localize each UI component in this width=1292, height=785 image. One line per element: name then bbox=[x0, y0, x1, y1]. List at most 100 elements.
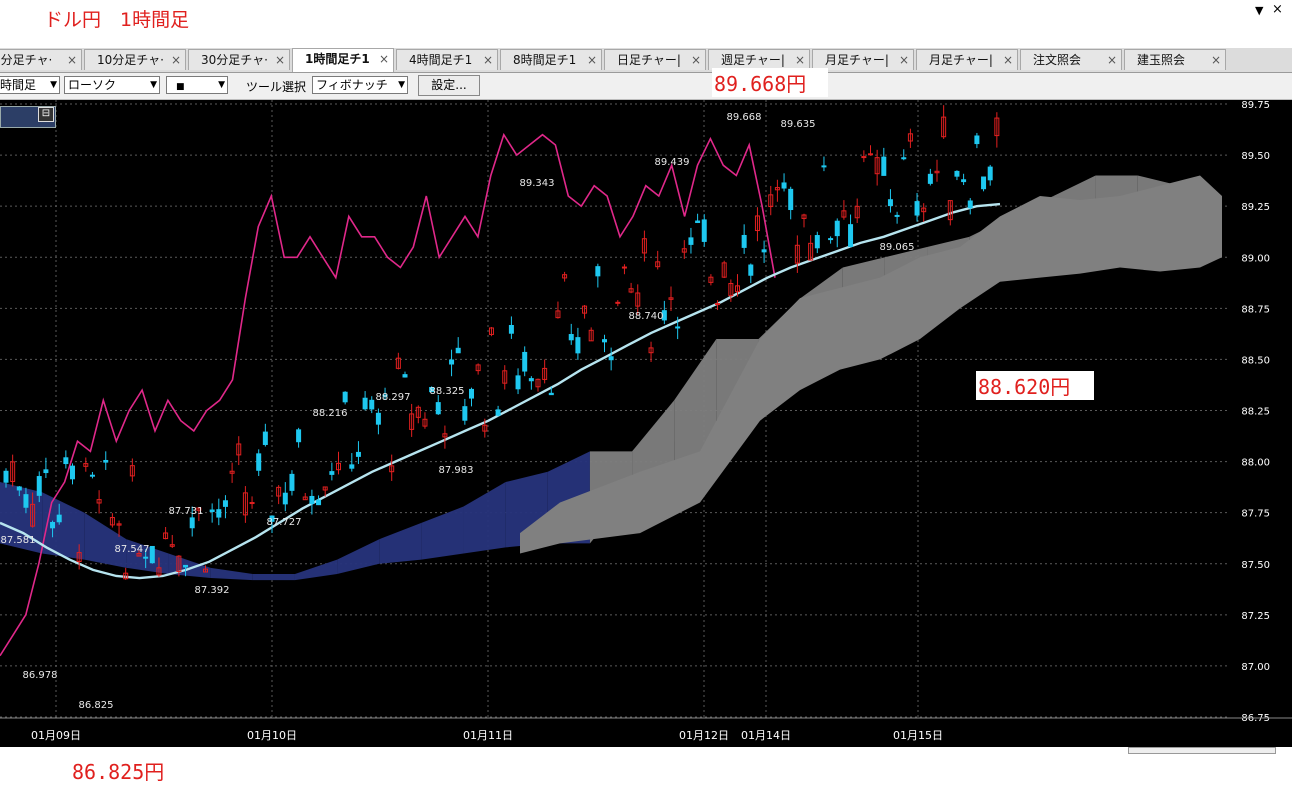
tab-label: 4時間足チ1 bbox=[409, 53, 473, 67]
candle-body bbox=[675, 326, 681, 329]
close-icon[interactable]: × bbox=[587, 50, 597, 70]
y-tick-label: 88.75 bbox=[1241, 304, 1270, 315]
candle-body bbox=[508, 324, 514, 334]
candle-body bbox=[568, 334, 574, 341]
tab-9[interactable]: 月足チャー| × bbox=[812, 49, 914, 70]
close-icon[interactable]: × bbox=[1107, 50, 1117, 70]
tab-label: 注文照会 bbox=[1033, 53, 1082, 67]
candle-body bbox=[522, 351, 528, 372]
close-icon[interactable]: × bbox=[275, 50, 285, 70]
candle-body bbox=[621, 266, 627, 269]
candle-body bbox=[449, 359, 455, 365]
candle-body bbox=[894, 214, 900, 217]
tab-label: 週足チャー| bbox=[721, 53, 785, 67]
y-tick-label: 87.25 bbox=[1241, 611, 1270, 622]
x-tick-label: 01月14日 bbox=[741, 729, 791, 742]
chart-type-select[interactable]: ローソク ▼ bbox=[64, 76, 160, 94]
candle-body bbox=[455, 347, 461, 354]
tab-11[interactable]: 注文照会 × bbox=[1020, 49, 1122, 70]
candle-body bbox=[495, 409, 501, 416]
tab-4[interactable]: 1時間足チ1 × bbox=[292, 48, 394, 72]
tab-label: 月足チャー| bbox=[929, 53, 993, 67]
y-tick-label: 88.50 bbox=[1241, 355, 1270, 366]
candle-body bbox=[289, 473, 295, 491]
price-label: 88.740 bbox=[629, 311, 664, 322]
price-label: 88.216 bbox=[313, 408, 348, 419]
close-icon[interactable]: × bbox=[379, 49, 389, 70]
tab-10[interactable]: 月足チャー| × bbox=[916, 49, 1018, 70]
price-label: 87.731 bbox=[169, 506, 204, 517]
candle-body bbox=[954, 170, 960, 177]
price-label: 89.343 bbox=[520, 178, 555, 189]
y-tick-label: 88.00 bbox=[1241, 458, 1270, 469]
close-icon[interactable]: × bbox=[1211, 50, 1221, 70]
tab-3[interactable]: 30分足チャ· × bbox=[188, 49, 290, 70]
tab-label: 日足チャー| bbox=[617, 53, 681, 67]
close-icon[interactable]: × bbox=[691, 50, 701, 70]
cloud-segment bbox=[252, 573, 295, 581]
x-tick-label: 01月15日 bbox=[893, 729, 943, 742]
price-label: 88.325 bbox=[430, 386, 465, 397]
price-label: 87.392 bbox=[195, 585, 230, 596]
tab-12[interactable]: 建玉照会 × bbox=[1124, 49, 1226, 70]
candle-body bbox=[469, 388, 474, 399]
candle-body bbox=[16, 486, 22, 491]
period-select[interactable]: 時間足 ▼ bbox=[0, 76, 60, 94]
x-tick-label: 01月09日 bbox=[31, 729, 81, 742]
candle-body bbox=[355, 451, 361, 457]
tab-8[interactable]: 週足チャー| × bbox=[708, 49, 810, 70]
tab-7[interactable]: 日足チャー| × bbox=[604, 49, 706, 70]
y-tick-label: 87.50 bbox=[1241, 560, 1270, 571]
tab-1[interactable]: 5分足チャ· × bbox=[0, 49, 82, 70]
tool-select[interactable]: フィボナッチ ▼ bbox=[312, 76, 408, 94]
y-tick-label: 89.00 bbox=[1241, 253, 1270, 264]
x-tick-label: 01月11日 bbox=[463, 729, 513, 742]
y-tick-label: 89.50 bbox=[1241, 151, 1270, 162]
candle-body bbox=[296, 429, 302, 443]
tab-menu-icon[interactable]: ▼ bbox=[1255, 4, 1263, 17]
y-tick-label: 88.25 bbox=[1241, 407, 1270, 418]
candle-body bbox=[3, 470, 9, 483]
tab-6[interactable]: 8時間足チ1 × bbox=[500, 49, 602, 70]
minimize-icon[interactable]: ⊟ bbox=[38, 107, 54, 122]
candle-body bbox=[189, 517, 195, 529]
candle-body bbox=[462, 406, 468, 421]
close-icon[interactable]: × bbox=[67, 50, 77, 70]
candle-body bbox=[309, 495, 315, 504]
price-label: 88.297 bbox=[376, 392, 411, 403]
settings-button[interactable]: 設定... bbox=[418, 75, 480, 96]
price-label: 86.825 bbox=[79, 700, 114, 711]
close-icon[interactable]: × bbox=[899, 50, 909, 70]
period-select-value: 時間足 bbox=[0, 78, 37, 92]
close-icon[interactable]: × bbox=[1003, 50, 1013, 70]
price-label: 87.581 bbox=[1, 535, 36, 546]
candle-body bbox=[103, 459, 109, 463]
candle-body bbox=[987, 166, 993, 181]
candle-body bbox=[50, 521, 56, 529]
horizontal-scrollbar[interactable] bbox=[1128, 747, 1276, 754]
style-select[interactable]: ■ ▼ bbox=[166, 76, 228, 94]
chevron-down-icon: ▼ bbox=[150, 80, 157, 90]
tab-bar: 5分足チャ·×10分足チャ·×30分足チャ·×1時間足チ1×4時間足チ1×8時間… bbox=[0, 48, 1292, 73]
candle-body bbox=[316, 499, 322, 506]
tab-label: 月足チャー| bbox=[825, 53, 889, 67]
tab-5[interactable]: 4時間足チ1 × bbox=[396, 49, 498, 70]
candle-body bbox=[788, 188, 794, 211]
tab-2[interactable]: 10分足チャ· × bbox=[84, 49, 186, 70]
close-icon[interactable]: × bbox=[483, 50, 493, 70]
candle-body bbox=[222, 500, 228, 507]
candle-body bbox=[781, 182, 787, 189]
price-label: 87.727 bbox=[267, 517, 302, 528]
candle-body bbox=[967, 200, 973, 209]
close-icon[interactable]: × bbox=[171, 50, 181, 70]
y-tick-label: 89.75 bbox=[1241, 100, 1270, 111]
candle-body bbox=[981, 176, 987, 190]
candle-body bbox=[23, 494, 29, 508]
tab-label: 10分足チャ· bbox=[97, 53, 164, 67]
tool-select-value: フィボナッチ bbox=[316, 78, 388, 92]
close-icon[interactable]: × bbox=[795, 50, 805, 70]
candle-body bbox=[349, 464, 355, 469]
close-icon[interactable]: × bbox=[1272, 2, 1283, 17]
price-chart[interactable]: 87.581 86.978 86.825 87.731 87.547 87.392 87.7… bbox=[0, 100, 1292, 747]
candle-body bbox=[761, 249, 767, 253]
